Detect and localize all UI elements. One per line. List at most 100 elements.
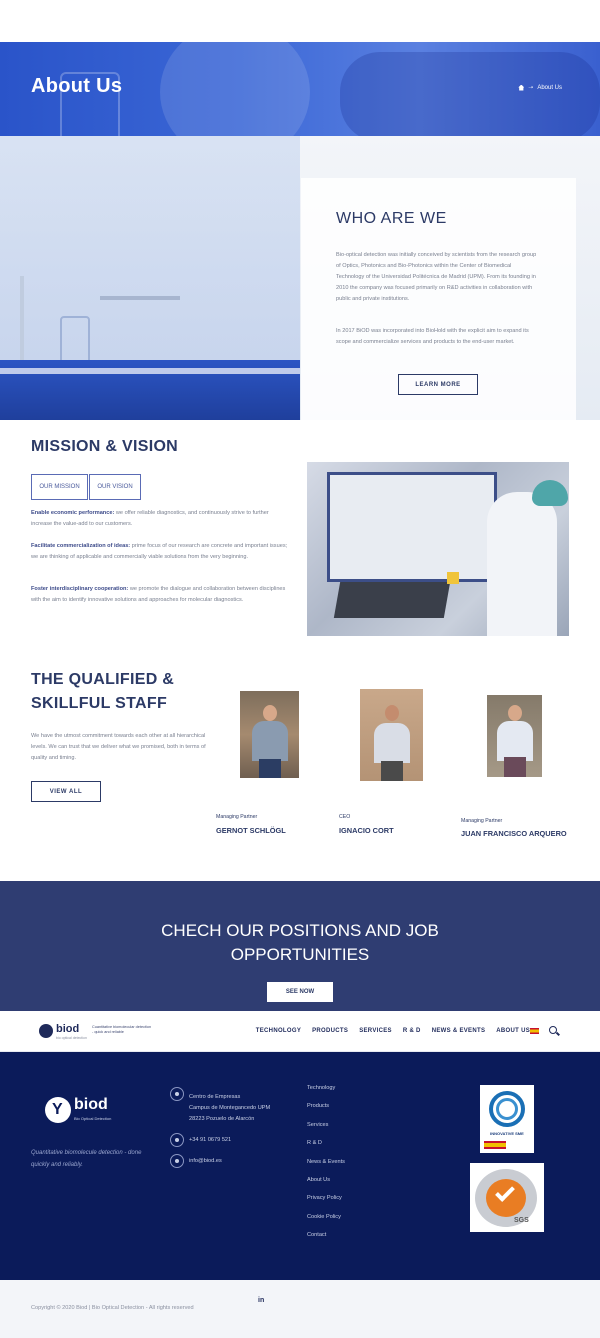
staff-role: Managing Partner (461, 818, 503, 824)
footer-logo-icon (45, 1097, 71, 1123)
location-icon (170, 1087, 184, 1101)
staff-photo[interactable] (487, 695, 542, 777)
badge-ring (496, 1098, 518, 1120)
bottom-bar: in Copyright © 2020 Biod | Bio Optical D… (0, 1280, 600, 1338)
photo-legs (258, 759, 281, 778)
mission-item-heading: Facilitate commercialization of ideas: (31, 543, 131, 549)
footer-phone[interactable]: +34 91 0679 521 (189, 1135, 231, 1146)
keyboard (333, 582, 451, 618)
staff-name[interactable]: GERNOT SCHLÖGL (216, 826, 286, 835)
footer-link[interactable]: Privacy Policy (307, 1195, 345, 1213)
search-icon[interactable] (549, 1026, 557, 1034)
nav-item-technology[interactable]: TECHNOLOGY (256, 1028, 301, 1034)
mission-item-heading: Enable economic performance: (31, 510, 115, 516)
lab-worker (487, 492, 557, 636)
see-now-button[interactable]: SEE NOW (267, 982, 333, 1002)
lab-cap (532, 480, 568, 506)
email-icon (170, 1154, 184, 1168)
mission-item-heading: Foster interdisciplinary cooperation: (31, 586, 129, 592)
jobs-cta-section: CHECH OUR POSITIONS AND JOB OPPORTUNITIE… (0, 881, 600, 1011)
page-title: About Us (31, 75, 123, 97)
arrow-right-icon: ➝ (528, 85, 534, 91)
mission-title: MISSION & VISION (31, 438, 179, 455)
mission-item: Enable economic performance: we offer re… (31, 508, 291, 530)
innovative-sme-badge: INNOVATIVE SME (480, 1085, 534, 1153)
photo-legs (503, 757, 526, 777)
learn-more-button[interactable]: LEARN MORE (398, 374, 478, 395)
footer-link[interactable]: News & Events (307, 1159, 345, 1177)
lab-clamp (100, 296, 180, 300)
badge-label: SGS (514, 1217, 529, 1224)
nav-item-services[interactable]: SERVICES (359, 1028, 392, 1034)
photo-head (262, 705, 277, 721)
footer-link[interactable]: Services (307, 1122, 345, 1140)
view-all-button[interactable]: VIEW ALL (31, 781, 101, 802)
staff-title-line: SKILLFUL STAFF (31, 695, 168, 712)
hero-decoration (340, 52, 600, 136)
copyright-text: Copyright © 2020 Biod | Bio Optical Dete… (31, 1305, 194, 1311)
footer-logo-text: biod (74, 1096, 108, 1113)
mission-item: Facilitate commercialization of ideas: p… (31, 541, 291, 563)
address-line: 28223 Pozuelo de Alarcón (189, 1116, 255, 1122)
phone-icon (170, 1133, 184, 1147)
breadcrumb: ➝ About Us (518, 84, 562, 91)
nav-tagline: Cuantitative biomolecular detection - qu… (92, 1025, 152, 1034)
footer-logo-subtitle: Bio Optical Detection (74, 1116, 112, 1121)
photo-body (373, 723, 410, 763)
photo-body (496, 721, 533, 761)
staff-name[interactable]: IGNACIO CORT (339, 826, 394, 835)
home-icon[interactable] (518, 84, 525, 91)
nav-item-news-events[interactable]: NEWS & EVENTS (432, 1028, 486, 1034)
footer-links: Technology Products Services R & D News … (307, 1085, 345, 1251)
tab-our-mission[interactable]: OUR MISSION (31, 474, 88, 500)
staff-description: We have the utmost commitment towards ea… (31, 733, 206, 761)
footer-link[interactable]: Technology (307, 1085, 345, 1103)
who-are-we-card: WHO ARE WE Bio-optical detection was ini… (301, 178, 576, 420)
nav-item-products[interactable]: PRODUCTS (312, 1028, 348, 1034)
who-are-we-paragraph: In 2017 BiOD was incorporated into BioHo… (336, 328, 529, 345)
cta-title-line: OPPORTUNITIES (230, 945, 370, 964)
footer-address: Centro de Empresas Campus de Monteganced… (189, 1092, 270, 1125)
footer-link[interactable]: Contact (307, 1232, 345, 1250)
address-line: Centro de Empresas (189, 1094, 241, 1100)
cta-title: CHECH OUR POSITIONS AND JOB OPPORTUNITIE… (0, 919, 600, 967)
footer-tagline: Quantitative biomolecule detection - don… (31, 1150, 142, 1168)
lab-hood (327, 472, 497, 582)
lab-bench-edge (0, 368, 300, 374)
mission-tabs: OUR MISSION OUR VISION (31, 474, 141, 500)
nav-item-about-us[interactable]: ABOUT US (496, 1028, 530, 1034)
hero-decoration (160, 42, 310, 136)
logo-icon[interactable] (39, 1024, 53, 1038)
photo-head (384, 705, 399, 721)
mission-item: Foster interdisciplinary cooperation: we… (31, 584, 291, 606)
staff-title: THE QUALIFIED & SKILLFUL STAFF (31, 668, 174, 716)
staff-photo[interactable] (360, 689, 423, 781)
footer-link[interactable]: Products (307, 1103, 345, 1121)
nav-item-rd[interactable]: R & D (403, 1028, 421, 1034)
warning-label (447, 572, 459, 584)
who-are-we-paragraph: Bio-optical detection was initially conc… (336, 252, 537, 302)
footer: biod Bio Optical Detection Quantitative … (0, 1052, 600, 1280)
badge-label: INNOVATIVE SME (490, 1131, 524, 1136)
linkedin-icon[interactable]: in (258, 1297, 264, 1304)
staff-photo[interactable] (240, 691, 299, 778)
footer-email[interactable]: info@biod.es (189, 1156, 222, 1167)
staff-name[interactable]: JUAN FRANCISCO ARQUERO (461, 829, 567, 838)
spain-flag-icon[interactable] (530, 1028, 539, 1034)
staff-title-line: THE QUALIFIED & (31, 671, 175, 688)
spain-flag-icon (484, 1141, 506, 1149)
photo-legs (380, 761, 403, 781)
footer-link[interactable]: About Us (307, 1177, 345, 1195)
logo-subtitle: bio optical detection (56, 1036, 87, 1040)
iso-certification-badge: SGS (470, 1163, 544, 1232)
nav-links: TECHNOLOGY PRODUCTS SERVICES R & D NEWS … (256, 1028, 530, 1034)
staff-role: Managing Partner (216, 814, 258, 820)
staff-role: CEO (339, 814, 351, 820)
tab-our-vision[interactable]: OUR VISION (89, 474, 141, 500)
address-line: Campus de Montegancedo UPM (189, 1105, 271, 1111)
footer-link[interactable]: Cookie Policy (307, 1214, 345, 1232)
footer-link[interactable]: R & D (307, 1140, 345, 1158)
photo-head (507, 705, 522, 721)
logo-text[interactable]: biod (56, 1023, 79, 1035)
page-hero-banner: About Us ➝ About Us (0, 42, 600, 136)
